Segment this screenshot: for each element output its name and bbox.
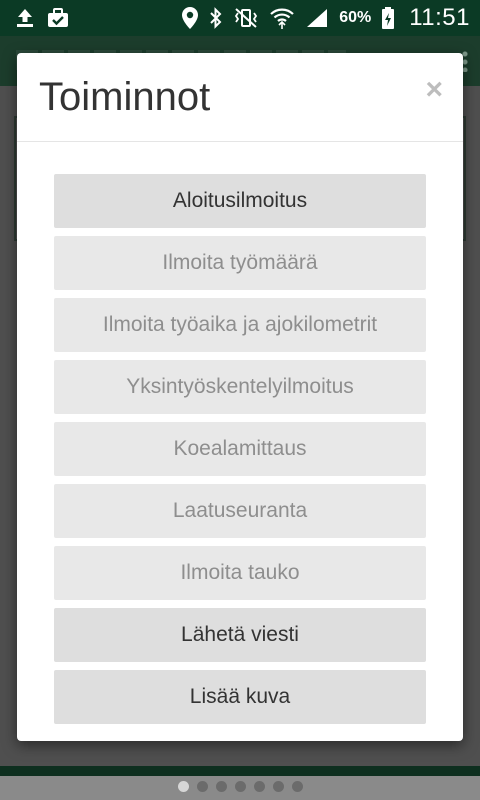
modal-title: Toiminnot bbox=[39, 75, 211, 119]
action-button[interactable]: Lisää kuva bbox=[54, 670, 426, 724]
close-icon[interactable]: × bbox=[425, 73, 443, 107]
pager-dot[interactable] bbox=[291, 780, 303, 792]
status-time: 11:51 bbox=[409, 4, 470, 31]
modal-header: Toiminnot × bbox=[17, 53, 463, 142]
status-bar-left bbox=[14, 6, 70, 30]
action-button[interactable]: Aloitusilmoitus bbox=[54, 174, 426, 228]
pager-dot[interactable] bbox=[177, 780, 189, 792]
vibrate-icon bbox=[233, 6, 259, 30]
action-button: Ilmoita työmäärä bbox=[54, 236, 426, 290]
action-list: Aloitusilmoitus Ilmoita työmäärä Ilmoita t… bbox=[54, 174, 426, 732]
pager-dot[interactable] bbox=[253, 780, 265, 792]
pager-bar bbox=[0, 766, 480, 800]
bluetooth-icon bbox=[209, 6, 223, 30]
pager-dot[interactable] bbox=[272, 780, 284, 792]
pager-dot[interactable] bbox=[196, 780, 208, 792]
action-button: Ilmoita työaika ja ajokilometrit bbox=[54, 298, 426, 352]
actions-modal: Toiminnot × Aloitusilmoitus Ilmoita työmä… bbox=[17, 53, 463, 741]
pager-dot[interactable] bbox=[234, 780, 246, 792]
status-bar: 60% 11:51 bbox=[0, 0, 480, 36]
action-button: Yksintyöskentelyilmoitus bbox=[54, 360, 426, 414]
status-bar-right: 60% 11:51 bbox=[181, 4, 470, 32]
battery-percent: 60% bbox=[339, 9, 372, 26]
pager-dots bbox=[177, 775, 303, 792]
battery-icon bbox=[381, 6, 395, 30]
pager-dot[interactable] bbox=[215, 780, 227, 792]
action-button: Ilmoita tauko bbox=[54, 546, 426, 600]
upload-icon bbox=[14, 6, 36, 30]
wifi-icon bbox=[269, 6, 295, 30]
action-button[interactable]: Lähetä viesti bbox=[54, 608, 426, 662]
signal-icon bbox=[305, 6, 329, 30]
action-button: Koealamittaus bbox=[54, 422, 426, 476]
location-icon bbox=[181, 6, 199, 30]
footer-strip bbox=[0, 766, 480, 776]
briefcase-check-icon bbox=[46, 6, 70, 30]
action-button: Laatuseuranta bbox=[54, 484, 426, 538]
